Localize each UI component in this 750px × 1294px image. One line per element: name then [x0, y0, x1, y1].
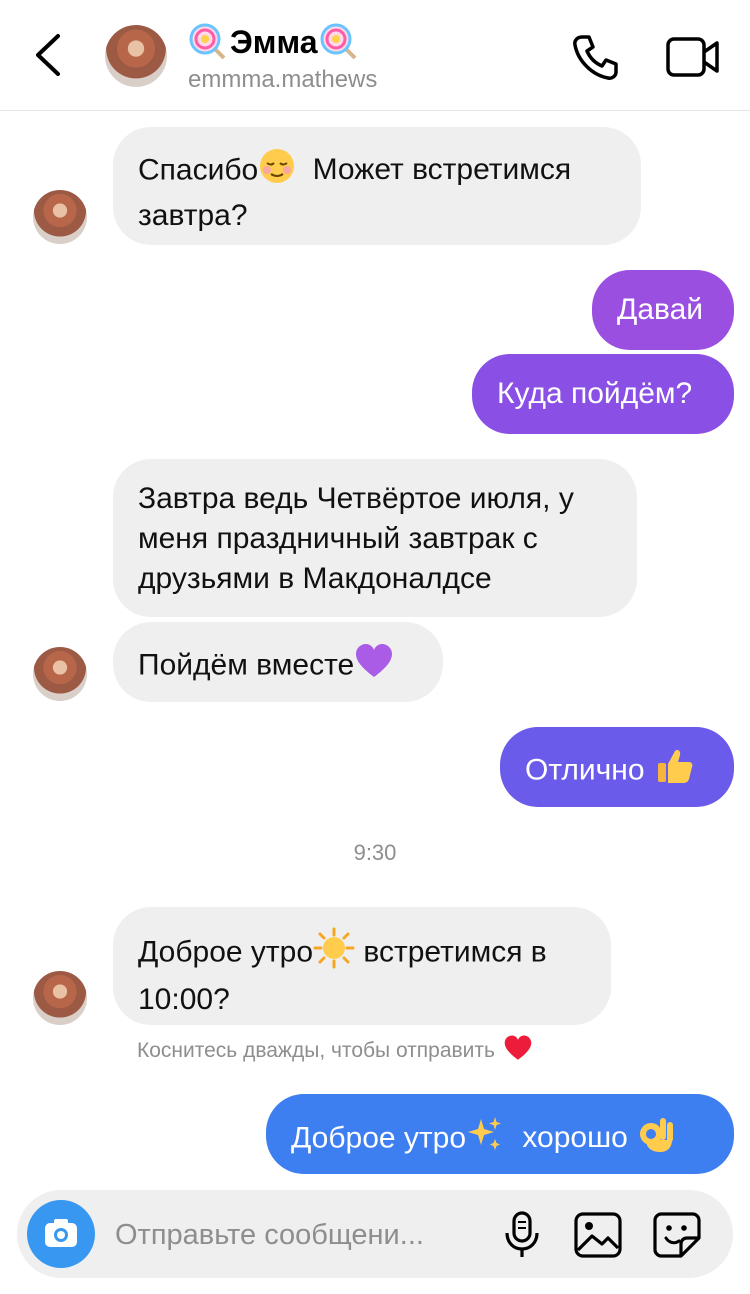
camera-icon[interactable]	[27, 1200, 95, 1268]
contact-name-text: Эмма	[230, 23, 318, 60]
message-timestamp: 9:30	[353, 840, 397, 865]
message-text: Может встретимся	[312, 153, 572, 187]
message-text: завтра?	[138, 199, 248, 232]
contact-username: emmma.mathews	[188, 66, 378, 93]
hint-text: Коснитесь дважды, чтобы отправить	[137, 1039, 495, 1062]
message-text: меня праздничный завтрак с	[138, 522, 538, 555]
purple-heart-emoji-icon	[354, 642, 394, 691]
message-composer	[17, 1190, 733, 1278]
sparkles-emoji-icon	[466, 1115, 504, 1164]
chat-header: Эмма emmma.mathews	[0, 0, 750, 111]
back-arrow-icon[interactable]	[30, 30, 70, 80]
incoming-message[interactable]: Завтра ведь Четвёртое июля, у меня празд…	[113, 459, 637, 617]
red-heart-icon[interactable]	[503, 1034, 533, 1068]
message-text: встретимся в	[363, 935, 547, 969]
message-text: Доброе утро	[291, 1121, 467, 1155]
thumbs-up-emoji-icon	[655, 747, 695, 796]
double-tap-hint: Коснитесь дважды, чтобы отправить	[137, 1034, 533, 1068]
outgoing-message[interactable]: Отлично	[500, 727, 734, 807]
sticker-icon[interactable]	[651, 1210, 703, 1260]
message-text: Доброе утро	[138, 935, 314, 969]
sun-emoji-icon	[313, 927, 355, 980]
contact-avatar[interactable]	[105, 25, 167, 87]
lollipop-icon	[319, 22, 359, 62]
ok-hand-emoji-icon	[638, 1114, 676, 1165]
outgoing-message[interactable]: Давай	[592, 270, 734, 350]
lollipop-icon	[188, 22, 228, 62]
outgoing-message[interactable]: Доброе утро хорошо	[266, 1094, 734, 1174]
message-text: друзьями в Макдоналдсе	[138, 562, 492, 595]
message-text: Спасибо	[138, 153, 259, 187]
incoming-message[interactable]: Доброе утро встретимся в 10:00?	[113, 907, 611, 1025]
contact-avatar-small[interactable]	[33, 190, 87, 244]
message-text: Пойдём вместе	[138, 648, 355, 682]
video-camera-icon[interactable]	[665, 34, 721, 80]
message-text: хорошо	[522, 1121, 628, 1155]
incoming-message[interactable]: Спасибо Может встретимся завтра?	[113, 127, 641, 245]
contact-name[interactable]: Эмма	[188, 22, 359, 62]
message-text: Завтра ведь Четвёртое июля, у	[138, 482, 574, 515]
message-text: Давай	[617, 293, 704, 326]
contact-avatar-small[interactable]	[33, 647, 87, 701]
microphone-icon[interactable]	[502, 1210, 542, 1260]
phone-icon[interactable]	[570, 32, 620, 82]
message-text: 10:00?	[138, 983, 230, 1016]
message-text: Куда пойдём?	[497, 377, 693, 410]
incoming-message[interactable]: Пойдём вместе	[113, 622, 443, 702]
message-text: Отлично	[525, 753, 645, 787]
image-gallery-icon[interactable]	[572, 1210, 624, 1260]
contact-avatar-small[interactable]	[33, 971, 87, 1025]
relieved-face-emoji-icon	[258, 147, 296, 196]
outgoing-message[interactable]: Куда пойдём?	[472, 354, 734, 434]
message-input[interactable]	[113, 1212, 477, 1258]
